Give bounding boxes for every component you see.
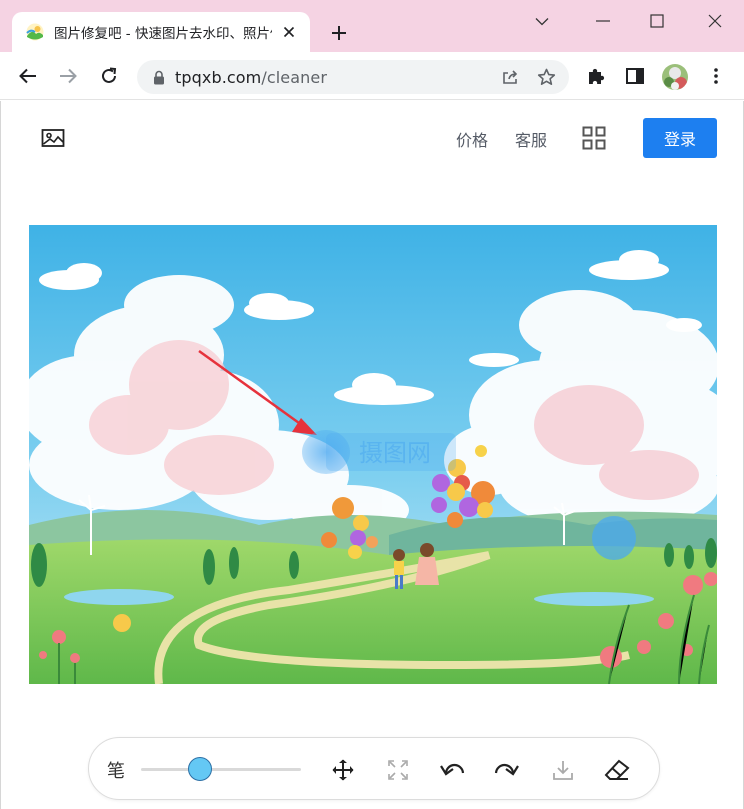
tab-title: 图片修复吧 - 快速图片去水印、照片修复	[54, 26, 272, 42]
url-path: /cleaner	[261, 67, 328, 87]
nav-service-link[interactable]: 客服	[515, 127, 547, 151]
close-window-icon[interactable]	[702, 8, 728, 34]
reload-icon[interactable]	[95, 62, 123, 90]
edit-tool-panel: 笔	[88, 737, 660, 800]
url-text[interactable]: tpqxb.com/cleaner	[175, 68, 485, 87]
back-arrow-icon[interactable]	[14, 62, 42, 90]
tab-strip: 图片修复吧 - 快速图片去水印、照片修复	[0, 0, 744, 52]
url-domain: tpqxb.com	[175, 67, 262, 87]
landscape-illustration[interactable]: 摄图网	[29, 225, 717, 684]
browser-toolbar: tpqxb.com/cleaner	[0, 52, 744, 100]
download-icon[interactable]	[550, 757, 576, 783]
move-icon[interactable]	[330, 757, 356, 783]
apps-grid-icon[interactable]	[582, 126, 606, 150]
browser-tab[interactable]: 图片修复吧 - 快速图片去水印、照片修复	[12, 12, 310, 52]
nav-price-link[interactable]: 价格	[456, 127, 488, 151]
side-panel-icon[interactable]	[624, 65, 646, 87]
extensions-puzzle-icon[interactable]	[585, 65, 607, 87]
star-icon[interactable]	[535, 66, 557, 88]
redo-icon[interactable]	[494, 757, 520, 783]
image-canvas[interactable]: 摄图网	[29, 225, 717, 684]
pen-label: 笔	[107, 761, 125, 782]
minimize-icon[interactable]	[590, 8, 616, 34]
profile-avatar[interactable]	[662, 64, 688, 90]
login-button[interactable]: 登录	[643, 118, 717, 158]
more-menu-icon[interactable]	[705, 65, 727, 87]
lock-icon	[154, 70, 164, 84]
image-favicon	[26, 23, 44, 41]
brush-size-handle[interactable]	[188, 757, 213, 781]
eraser-icon[interactable]	[604, 757, 630, 783]
web-page: 价格 客服 登录 摄图网 笔	[0, 101, 744, 809]
plus-icon[interactable]	[326, 20, 352, 46]
picture-logo-icon[interactable]	[41, 127, 65, 149]
share-icon[interactable]	[499, 66, 521, 88]
address-bar[interactable]: tpqxb.com/cleaner	[137, 60, 569, 94]
brush-size-slider[interactable]	[141, 757, 301, 781]
maximize-icon[interactable]	[644, 8, 670, 34]
chevron-down-icon[interactable]	[529, 8, 555, 34]
undo-icon[interactable]	[439, 757, 465, 783]
close-icon[interactable]	[280, 23, 298, 41]
watermark-text: 摄图网	[359, 439, 431, 467]
forward-arrow-icon[interactable]	[54, 62, 82, 90]
fullscreen-icon[interactable]	[385, 757, 411, 783]
